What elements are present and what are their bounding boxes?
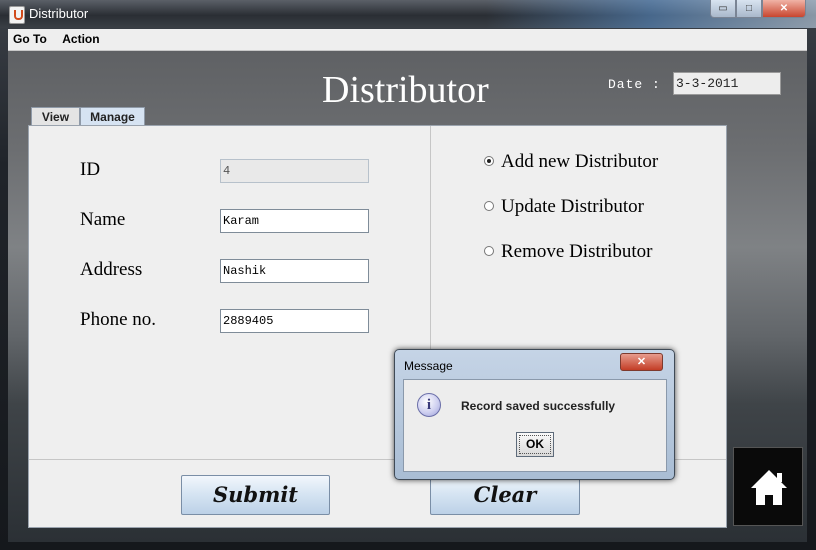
page-title: Distributor <box>322 69 489 111</box>
tab-manage[interactable]: Manage <box>80 107 145 126</box>
menu-bar: Go To Action <box>8 29 807 51</box>
title-bar: Distributor ▭ □ ✕ <box>0 0 816 28</box>
date-label: Date : <box>608 77 661 92</box>
home-button[interactable] <box>733 447 803 526</box>
address-field[interactable]: Nashik <box>220 259 369 283</box>
radio-label: Add new Distributor <box>501 151 659 172</box>
maximize-button[interactable]: □ <box>736 0 762 18</box>
submit-button[interactable]: Submit <box>181 475 330 515</box>
dialog-close-button[interactable]: ✕ <box>620 353 663 371</box>
main-content: Distributor Date : 3-3-2011 View Manage … <box>8 51 807 542</box>
dialog-title: Message <box>404 359 453 373</box>
radio-button[interactable] <box>484 201 494 211</box>
phone-label: Phone no. <box>80 309 156 330</box>
phone-field[interactable]: 2889405 <box>220 309 369 333</box>
close-button[interactable]: ✕ <box>762 0 806 18</box>
dialog-message: Record saved successfully <box>461 399 616 413</box>
tab-view[interactable]: View <box>31 107 80 126</box>
radio-label: Remove Distributor <box>501 241 653 262</box>
minimize-button[interactable]: ▭ <box>710 0 736 18</box>
home-icon <box>751 470 787 505</box>
radio-button[interactable] <box>484 246 494 256</box>
menu-action[interactable]: Action <box>57 29 105 46</box>
info-icon: i <box>417 393 441 417</box>
date-field[interactable]: 3-3-2011 <box>673 72 781 95</box>
id-label: ID <box>80 159 101 180</box>
window-controls: ▭ □ ✕ <box>710 0 806 19</box>
clear-button[interactable]: Clear <box>430 475 580 515</box>
app-window: Distributor ▭ □ ✕ Go To Action Distribut… <box>0 0 816 550</box>
menu-go-to[interactable]: Go To <box>8 29 53 46</box>
radio-button-checked[interactable] <box>484 156 494 166</box>
ok-button[interactable]: OK <box>516 432 554 457</box>
window-title: Distributor <box>29 6 89 21</box>
address-label: Address <box>80 259 143 280</box>
name-field[interactable]: Karam <box>220 209 369 233</box>
radio-label: Update Distributor <box>501 196 645 217</box>
id-field[interactable]: 4 <box>220 159 369 183</box>
message-dialog: Message ✕ i Record saved successfully OK <box>394 349 675 480</box>
java-app-icon <box>9 6 25 24</box>
name-label: Name <box>80 209 126 230</box>
dialog-body: i Record saved successfully OK <box>403 379 667 472</box>
